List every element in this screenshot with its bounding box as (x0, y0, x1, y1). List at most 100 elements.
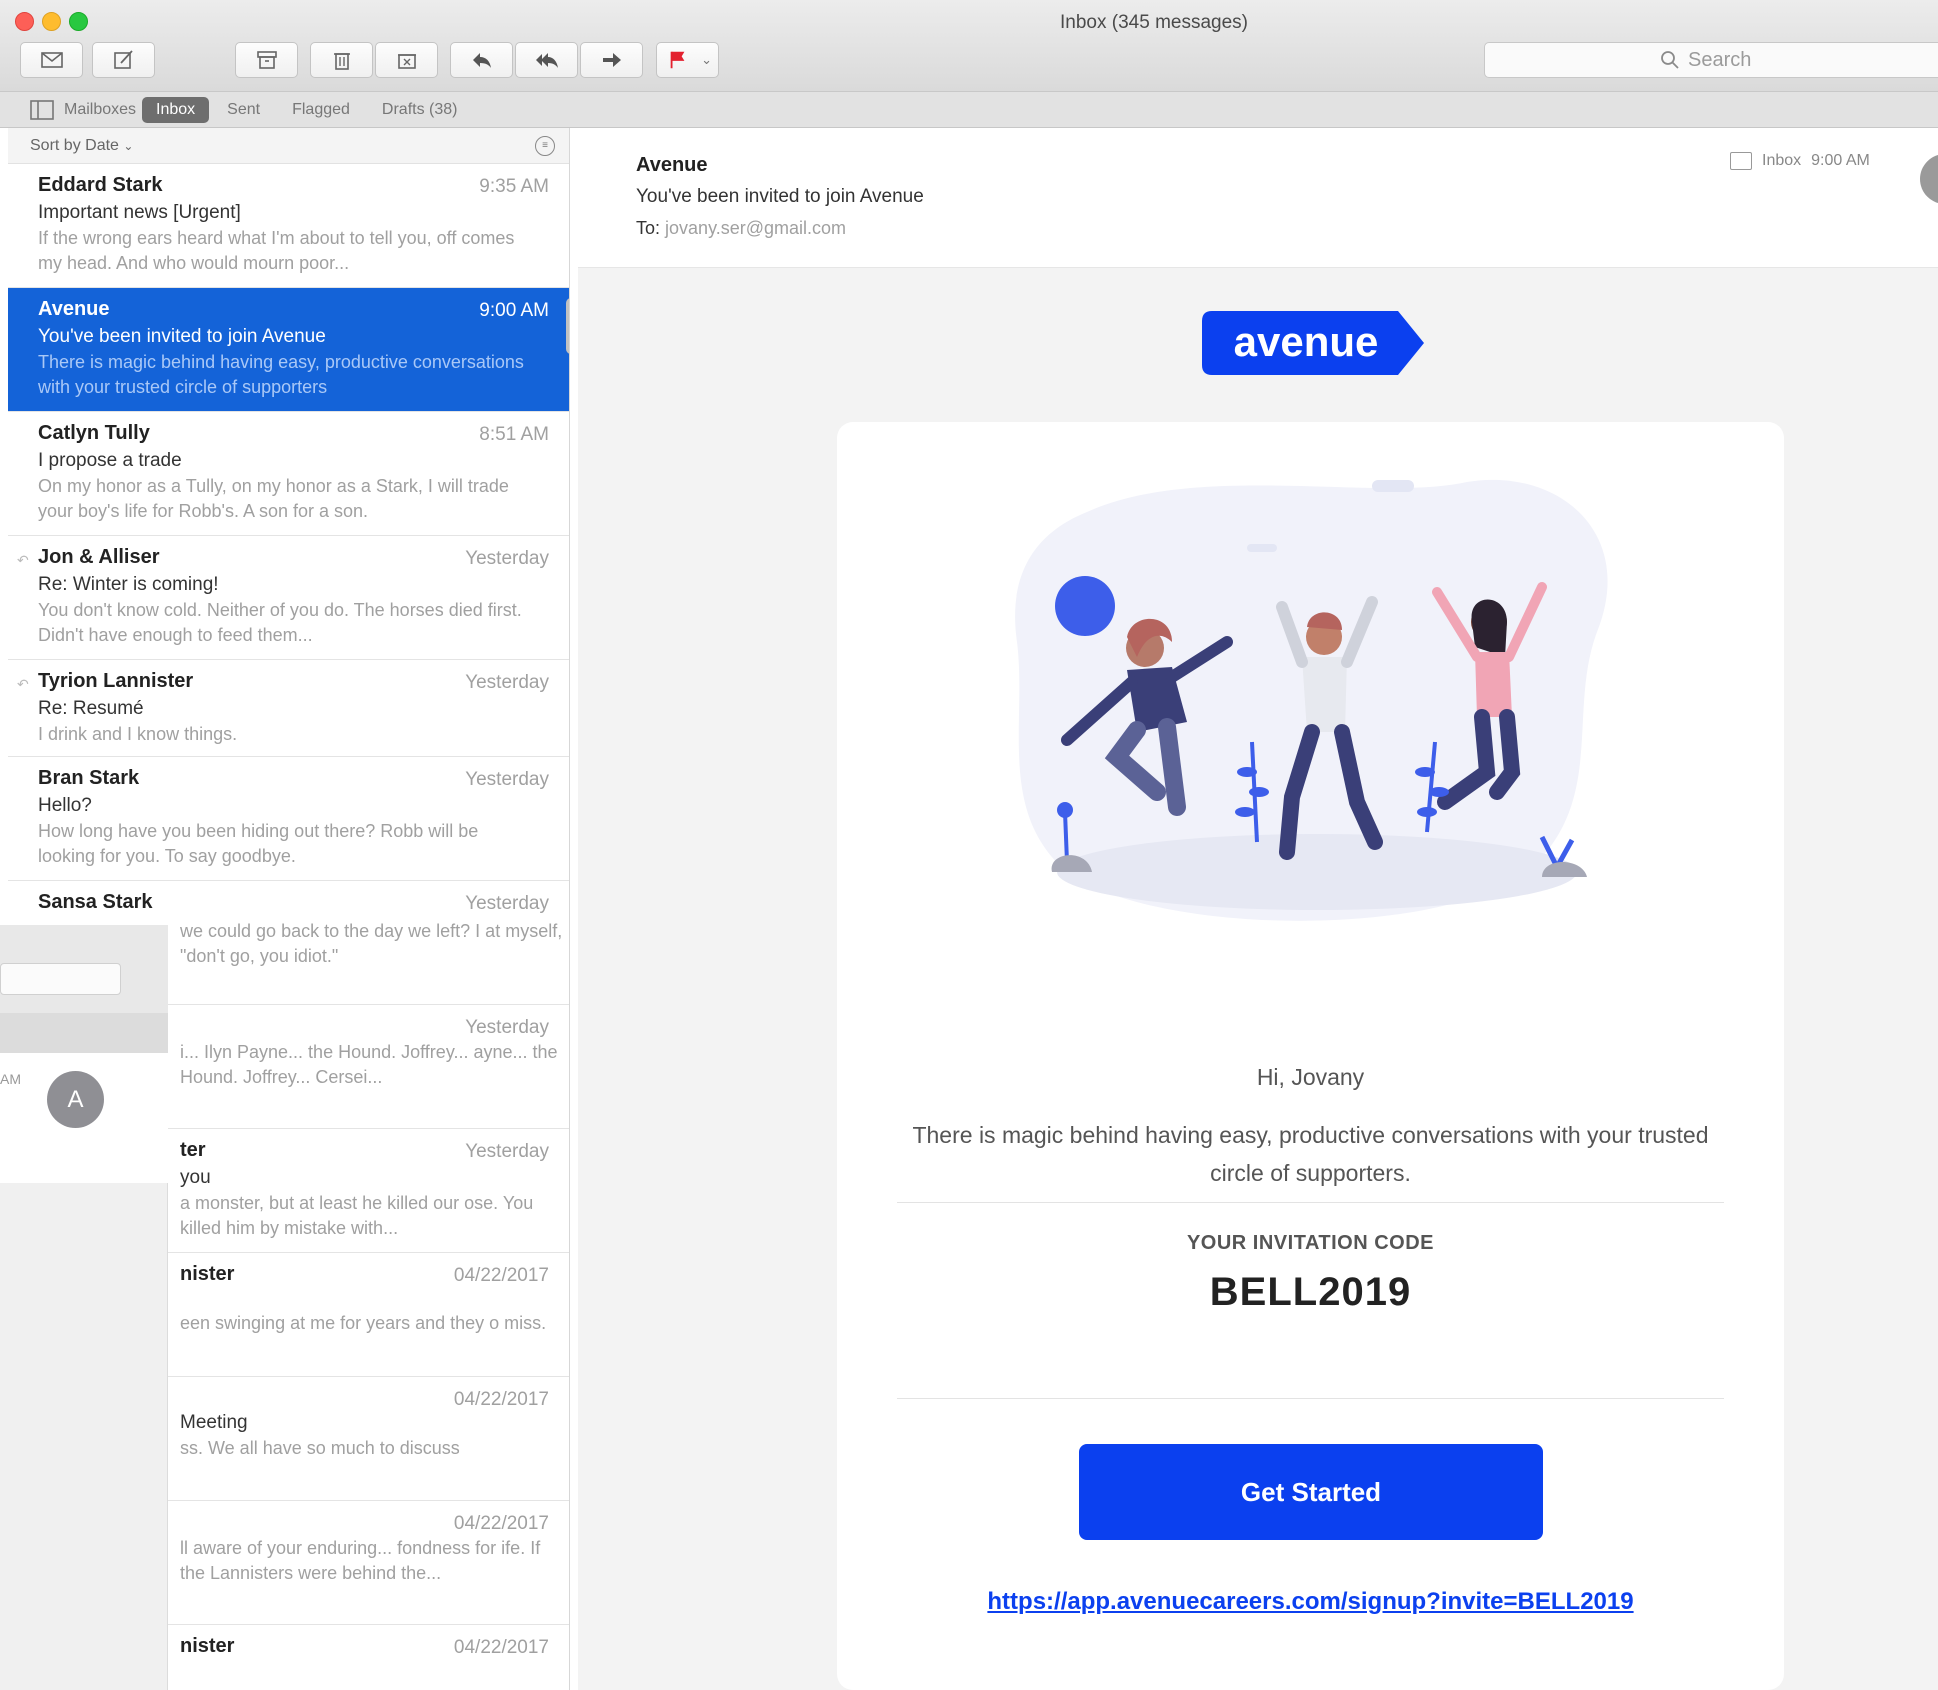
junk-button[interactable] (375, 42, 438, 78)
sort-label: Sort by Date (30, 136, 119, 154)
background-window-bar (0, 1013, 168, 1053)
search-icon (1661, 51, 1679, 69)
message-preview: If the wrong ears heard what I'm about t… (38, 228, 515, 273)
replied-icon: ↶ (17, 676, 29, 692)
message-time: Yesterday (465, 1017, 549, 1038)
archive-icon (256, 51, 277, 69)
background-window-field[interactable] (0, 963, 121, 995)
title-bar: Inbox (345 messages) ⌄ (0, 0, 1938, 92)
reply-icon (472, 53, 491, 68)
message-subject: Important news [Urgent] (38, 202, 241, 223)
reply-all-icon (535, 53, 558, 68)
divider (897, 1202, 1724, 1203)
message-time: Yesterday (465, 1141, 549, 1162)
message-subject: Hello? (38, 795, 92, 816)
favorite-sent[interactable]: Sent (213, 97, 274, 123)
sort-bar: Sort by Date ⌄ ≡ (8, 128, 569, 164)
logo-text: avenue (1234, 318, 1379, 365)
message-row[interactable]: ↶ Jon & Alliser Yesterday Re: Winter is … (8, 536, 569, 660)
message-time: 8:51 AM (479, 424, 549, 445)
forward-button[interactable] (580, 42, 643, 78)
message-preview: On my honor as a Tully, on my honor as a… (38, 476, 509, 521)
delete-button[interactable] (310, 42, 373, 78)
message-preview: You don't know cold. Neither of you do. … (38, 600, 522, 645)
reply-all-button[interactable] (515, 42, 578, 78)
flag-icon (670, 51, 685, 69)
flag-button[interactable]: ⌄ (656, 42, 719, 78)
message-preview: I drink and I know things. (38, 724, 238, 744)
search-field[interactable] (1484, 42, 1938, 78)
archive-button[interactable] (235, 42, 298, 78)
envelope-icon (40, 52, 63, 68)
people-jumping-illustration (1015, 479, 1608, 921)
chevron-down-icon: ⌄ (123, 138, 134, 153)
chevron-down-icon: ⌄ (701, 52, 712, 67)
message-time: Yesterday (465, 769, 549, 790)
message-row[interactable]: ↶ Tyrion Lannister Yesterday Re: Resumé … (8, 660, 569, 757)
message-row-selected[interactable]: Avenue 9:00 AM You've been invited to jo… (8, 288, 569, 412)
header-meta: Inbox 9:00 AM (1730, 152, 1870, 170)
message-time: Yesterday (465, 548, 549, 569)
reply-button[interactable] (450, 42, 513, 78)
favorite-inbox[interactable]: Inbox (142, 96, 210, 123)
background-window-toolbar (0, 925, 168, 1013)
mailboxes-button[interactable]: Mailboxes (30, 99, 137, 120)
favorite-flagged[interactable]: Flagged (278, 97, 364, 123)
minimize-window-button[interactable] (42, 12, 61, 31)
header-sender: Avenue (636, 154, 708, 176)
replied-icon: ↶ (17, 552, 29, 568)
greeting: Hi, Jovany (1256, 1064, 1365, 1090)
zoom-window-button[interactable] (69, 12, 88, 31)
message-time: Yesterday (465, 672, 549, 693)
header-time: 9:00 AM (1811, 152, 1870, 169)
message-time: 04/22/2017 (453, 1513, 549, 1534)
message-sender: Eddard Stark (38, 174, 163, 196)
message-subject: I propose a trade (38, 450, 182, 471)
message-row[interactable]: Bran Stark Yesterday Hello? How long hav… (8, 757, 569, 881)
header-mailbox[interactable]: Inbox (1762, 152, 1801, 170)
sidebar-icon (30, 99, 54, 120)
background-window[interactable]: AM A (0, 925, 168, 1690)
junk-icon (397, 54, 416, 69)
invitation-code: BELL2019 (1209, 1270, 1412, 1314)
mailbox-icon (1730, 152, 1752, 170)
message-sender: Catlyn Tully (38, 422, 150, 444)
message-time: Yesterday (465, 893, 549, 914)
divider (897, 1398, 1724, 1399)
get-mail-button[interactable] (20, 42, 83, 78)
trash-icon (333, 53, 350, 70)
email-body: There is magic behind having easy, produ… (912, 1122, 1709, 1186)
message-preview: There is magic behind having easy, produ… (38, 352, 524, 397)
mailboxes-label: Mailboxes (64, 100, 137, 118)
favorites-bar: Mailboxes Inbox Sent Flagged Drafts (38) (0, 92, 1938, 128)
message-time: 9:35 AM (479, 176, 549, 197)
message-time: 9:00 AM (479, 300, 549, 321)
compose-icon (113, 50, 133, 69)
message-row[interactable]: Catlyn Tully 8:51 AM I propose a trade O… (8, 412, 569, 536)
message-row[interactable]: Eddard Stark 9:35 AM Important news [Urg… (8, 164, 569, 288)
message-subject: You've been invited to join Avenue (38, 326, 326, 347)
recipient-address[interactable]: jovany.ser@gmail.com (665, 218, 846, 238)
close-window-button[interactable] (15, 12, 34, 31)
mail-window: Inbox (345 messages) ⌄ Search Mailboxes … (0, 0, 1938, 1690)
message-time: 04/22/2017 (453, 1265, 549, 1286)
sort-by-date-menu[interactable]: Sort by Date ⌄ (30, 137, 133, 155)
avenue-logo: avenue (1202, 311, 1424, 375)
filter-icon[interactable]: ≡ (535, 135, 555, 156)
message-sender: Avenue (38, 298, 110, 320)
message-header: Avenue You've been invited to join Avenu… (578, 128, 1938, 268)
signup-link[interactable]: https://app.avenuecareers.com/signup?inv… (837, 1588, 1784, 1616)
get-started-button[interactable]: Get Started (1079, 1444, 1543, 1540)
email-card: Hi, Jovany There is magic behind having … (837, 422, 1784, 1690)
search-input[interactable] (1688, 48, 1778, 72)
message-preview: How long have you been hiding out there?… (38, 821, 479, 866)
favorite-drafts[interactable]: Drafts (38) (368, 97, 472, 123)
list-scrollbar[interactable] (566, 298, 569, 354)
sender-avatar (1920, 154, 1938, 204)
message-subject: Re: Resumé (38, 698, 144, 719)
header-subject: You've been invited to join Avenue (636, 186, 924, 207)
reading-pane: Avenue You've been invited to join Avenu… (578, 128, 1938, 1690)
invitation-code-label: YOUR INVITATION CODE (1186, 1232, 1435, 1254)
compose-button[interactable] (92, 42, 155, 78)
message-time: 04/22/2017 (453, 1637, 549, 1658)
